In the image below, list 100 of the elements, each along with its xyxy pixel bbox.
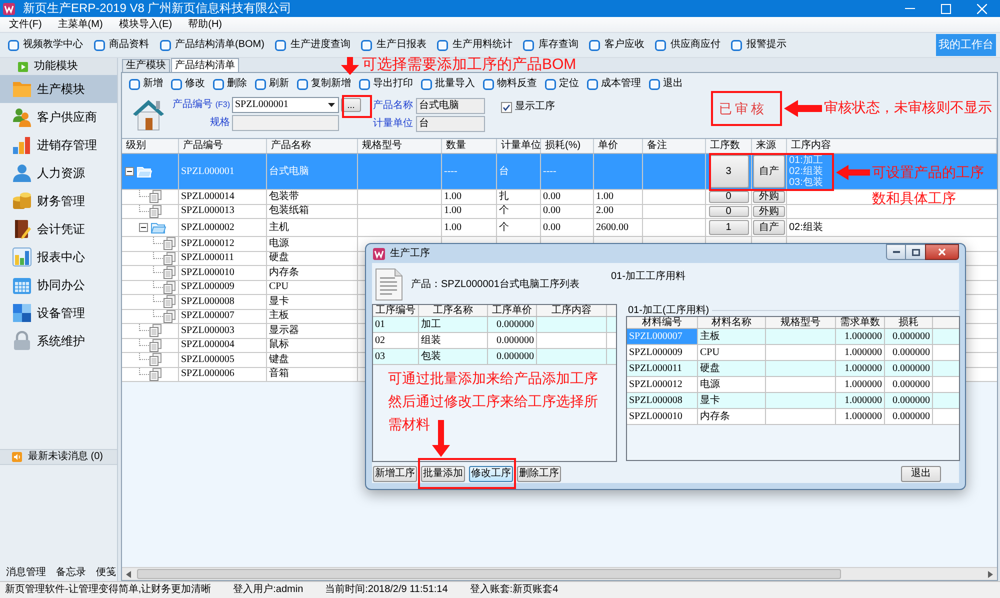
table-cell: 扎 — [497, 190, 541, 204]
checkbox[interactable] — [501, 102, 512, 112]
table-cell: 显卡 — [698, 393, 766, 408]
toolbar-button[interactable]: 商品资料 — [94, 39, 149, 51]
documents-icon — [163, 266, 176, 280]
toolbar-button[interactable]: 刷新 — [255, 78, 289, 90]
table-cell[interactable]: SPZL000012 — [627, 377, 698, 392]
tab[interactable]: 生产模块 — [122, 59, 170, 72]
unit-field[interactable]: 台 — [416, 116, 485, 132]
sidebar-item[interactable]: 协同办公 — [0, 271, 117, 299]
table-cell: SPZL000013 — [179, 204, 267, 218]
toolbar-button[interactable]: 定位 — [545, 78, 579, 90]
column-header: 数量 — [442, 139, 497, 153]
table-cell: 台式电脑 — [267, 154, 358, 189]
sidebar-link[interactable]: 便笺 — [96, 566, 116, 578]
tab[interactable]: 产品结构清单 — [171, 58, 239, 72]
process-count-button[interactable]: 3 — [708, 155, 748, 188]
toolbar-button[interactable]: 新增 — [129, 78, 163, 90]
dialog-button[interactable]: 批量添加 — [421, 466, 465, 482]
table-cell: 鼠标 — [267, 338, 358, 352]
menu-item[interactable]: 主菜单(M) — [52, 18, 108, 31]
product-name-field[interactable]: 台式电脑 — [416, 98, 485, 114]
table-cell: 主机 — [267, 219, 358, 236]
sidebar-item[interactable]: 客户供应商 — [0, 103, 117, 131]
table-cell: SPZL000008 — [179, 295, 267, 308]
messages-bar[interactable]: 最新未读消息 (0) — [0, 449, 117, 465]
sidebar-item[interactable]: 设备管理 — [0, 299, 117, 327]
toolbar-button[interactable]: 生产进度查询 — [275, 39, 350, 51]
source-button[interactable]: 外购 — [753, 206, 785, 217]
table-row[interactable]: SPZL000011 硬盘 — [122, 252, 358, 265]
sidebar-item[interactable]: 报表中心 — [0, 243, 117, 271]
sidebar-item[interactable]: 进销存管理 — [0, 131, 117, 159]
toolbar-button[interactable]: 删除 — [213, 78, 247, 90]
column-header: 损耗(%) — [541, 139, 594, 153]
spec-field[interactable] — [232, 115, 339, 131]
browse-button[interactable]: ... — [341, 98, 361, 112]
source-button[interactable]: 外购 — [753, 191, 785, 202]
collapse-icon[interactable] — [125, 167, 134, 176]
group-label: 01-加工(工序用料) — [628, 304, 710, 316]
minimize-button[interactable] — [886, 244, 906, 260]
toolbar-button[interactable]: 库存查询 — [523, 39, 578, 51]
table-row[interactable]: SPZL000004 鼠标 — [122, 338, 358, 352]
table-cell: 硬盘 — [267, 252, 358, 265]
toolbar-button[interactable]: 生产日报表 — [361, 39, 426, 51]
source-button[interactable]: 自产 — [753, 155, 785, 188]
toolbar-button[interactable]: 退出 — [649, 78, 683, 90]
table-row[interactable]: SPZL000013 包装纸箱 1.00 个 0.00 2.00 0 外购 — [122, 204, 787, 218]
sidebar-item[interactable]: 会计凭证 — [0, 215, 117, 243]
toolbar-button[interactable]: 供应商应付 — [655, 39, 720, 51]
close-button[interactable] — [925, 244, 959, 260]
table-row[interactable]: SPZL000009 CPU — [122, 280, 358, 294]
toolbar-button[interactable]: 导出打印 — [359, 78, 413, 90]
toolbar-button[interactable]: 物料反查 — [483, 78, 537, 90]
sidebar-item[interactable]: 财务管理 — [0, 187, 117, 215]
dialog-button[interactable]: 修改工序 — [469, 466, 513, 482]
toolbar-button[interactable]: 产品结构清单(BOM) — [160, 39, 264, 51]
sidebar-item[interactable]: 人力资源 — [0, 159, 117, 187]
square-icon — [361, 40, 372, 50]
table-cell: SPZL000009 — [179, 280, 267, 294]
menu-item[interactable]: 模块导入(E) — [114, 18, 178, 31]
table-row[interactable]: SPZL000001 台式电脑 ---- 台 ---- 3 自产 01:加工 02:组装 03:包装 — [122, 154, 862, 189]
toolbar-button[interactable]: 视频教学中心 — [8, 39, 83, 51]
sidebar-item[interactable]: 系统维护 — [0, 327, 117, 355]
product-code-combo[interactable]: SPZL000001 — [232, 97, 339, 113]
table-row[interactable]: SPZL000006 音箱 — [122, 368, 358, 381]
menu-item[interactable]: 帮助(H) — [183, 18, 228, 31]
sidebar-link[interactable]: 消息管理 — [6, 566, 46, 578]
toolbar-button[interactable]: 成本管理 — [587, 78, 641, 90]
maximize-button[interactable] — [906, 244, 925, 260]
toolbar-button[interactable]: 生产用料统计 — [437, 39, 512, 51]
toolbar-button[interactable]: 修改 — [171, 78, 205, 90]
dialog-button[interactable]: 删除工序 — [517, 466, 561, 482]
process-count-button[interactable]: 0 — [708, 191, 748, 202]
column-header: 规格型号 — [766, 317, 836, 328]
minimize-icon — [905, 8, 915, 9]
scroll-left-icon — [126, 570, 131, 578]
scroll-thumb[interactable] — [137, 569, 841, 579]
source-button[interactable]: 自产 — [753, 220, 785, 235]
table-cell: SPZL000004 — [179, 338, 267, 352]
sidebar-item[interactable]: 生产模块 — [0, 75, 117, 103]
exit-button[interactable]: 退出 — [901, 466, 941, 482]
toolbar-button[interactable]: 复制新增 — [297, 78, 351, 90]
toolbar-button[interactable]: 客户应收 — [589, 39, 644, 51]
down-arrow-icon — [432, 420, 450, 457]
table-cell[interactable]: SPZL000010 — [627, 409, 698, 424]
process-count-button[interactable]: 1 — [708, 220, 748, 235]
sidebar-link[interactable]: 备忘录 — [56, 566, 86, 578]
table-cell: 0.000000 — [885, 377, 933, 392]
process-count-button[interactable]: 0 — [708, 206, 748, 217]
table-cell-text: 02:组装 — [788, 222, 823, 233]
table-cell[interactable]: SPZL000011 — [627, 361, 698, 376]
table-row[interactable]: SPZL000007 主板 — [122, 310, 358, 323]
dialog-button[interactable]: 新增工序 — [373, 466, 417, 482]
collapse-icon[interactable] — [139, 223, 148, 232]
horizontal-scrollbar[interactable] — [122, 567, 997, 580]
menu-item[interactable]: 文件(F) — [4, 18, 47, 31]
toolbar-button[interactable]: 报警提示 — [731, 39, 786, 51]
toolbar-button[interactable]: 批量导入 — [421, 78, 475, 90]
table-cell[interactable]: SPZL000009 — [627, 345, 698, 360]
table-cell[interactable]: SPZL000008 — [627, 393, 698, 408]
